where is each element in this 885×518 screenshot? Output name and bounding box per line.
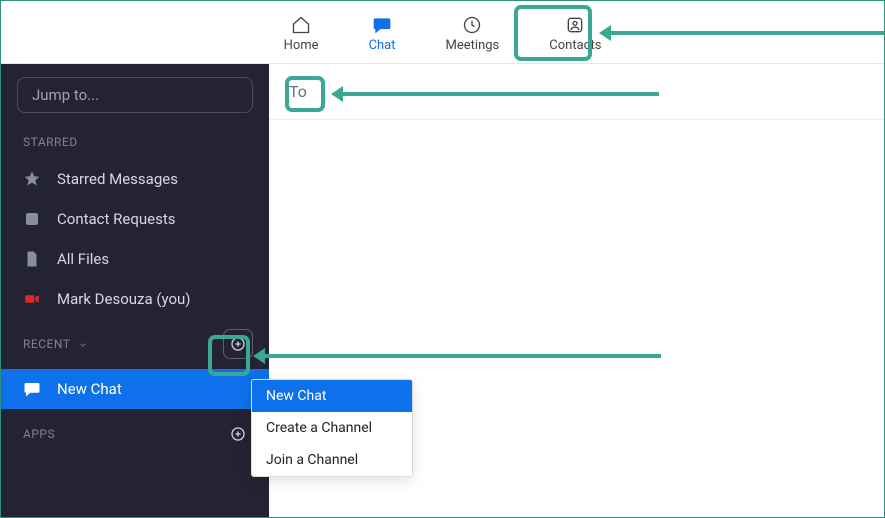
contact-icon — [564, 15, 586, 35]
section-starred-label: STARRED — [1, 121, 269, 159]
sidebar-item-starred-messages[interactable]: Starred Messages — [1, 159, 269, 199]
section-apps-label: APPS — [23, 427, 55, 441]
nav-meetings[interactable]: Meetings — [436, 9, 510, 57]
add-apps-button[interactable] — [223, 419, 253, 449]
sidebar: STARRED Starred Messages Contact Request… — [1, 64, 269, 517]
nav-items: Home Chat Meetings Contacts — [274, 1, 612, 63]
clock-icon — [461, 15, 483, 35]
sidebar-item-label: New Chat — [57, 380, 122, 398]
sidebar-item-label: Mark Desouza (you) — [57, 290, 191, 308]
ctx-new-chat[interactable]: New Chat — [252, 380, 412, 412]
add-recent-button[interactable] — [223, 329, 253, 359]
nav-chat[interactable]: Chat — [359, 9, 406, 57]
video-icon — [23, 290, 41, 308]
jump-wrap — [1, 77, 269, 121]
file-icon — [23, 250, 41, 268]
jump-to-input[interactable] — [17, 77, 253, 113]
to-label: To — [289, 82, 307, 101]
annotation-arrow-add — [263, 354, 661, 358]
sidebar-item-label: All Files — [57, 250, 109, 268]
sidebar-item-contact-requests[interactable]: Contact Requests — [1, 199, 269, 239]
ctx-create-channel[interactable]: Create a Channel — [252, 412, 412, 444]
contact-request-icon — [23, 210, 41, 228]
home-icon — [290, 15, 312, 35]
chevron-down-icon — [78, 339, 88, 349]
nav-label: Chat — [369, 38, 396, 53]
ctx-join-channel[interactable]: Join a Channel — [252, 444, 412, 476]
nav-label: Meetings — [446, 38, 500, 53]
chat-bubble-icon — [23, 380, 41, 398]
section-recent: RECENT — [1, 319, 269, 369]
section-recent-left[interactable]: RECENT — [23, 337, 88, 351]
section-recent-label: RECENT — [23, 337, 70, 351]
star-icon — [23, 170, 41, 188]
sidebar-item-label: Starred Messages — [57, 170, 178, 188]
sidebar-item-self[interactable]: Mark Desouza (you) — [1, 279, 269, 319]
nav-label: Home — [284, 38, 319, 53]
nav-home[interactable]: Home — [274, 9, 329, 57]
annotation-arrow-to — [341, 92, 659, 96]
section-apps: APPS — [1, 409, 269, 459]
nav-label: Contacts — [549, 38, 601, 53]
sidebar-item-new-chat[interactable]: New Chat — [1, 369, 269, 409]
annotation-arrow-chat — [609, 31, 884, 35]
chat-icon — [371, 15, 393, 35]
section-apps-left[interactable]: APPS — [23, 427, 55, 441]
recent-context-menu: New Chat Create a Channel Join a Channel — [251, 379, 413, 477]
app-window: Home Chat Meetings Contacts — [0, 0, 885, 518]
sidebar-item-all-files[interactable]: All Files — [1, 239, 269, 279]
sidebar-item-label: Contact Requests — [57, 210, 175, 228]
